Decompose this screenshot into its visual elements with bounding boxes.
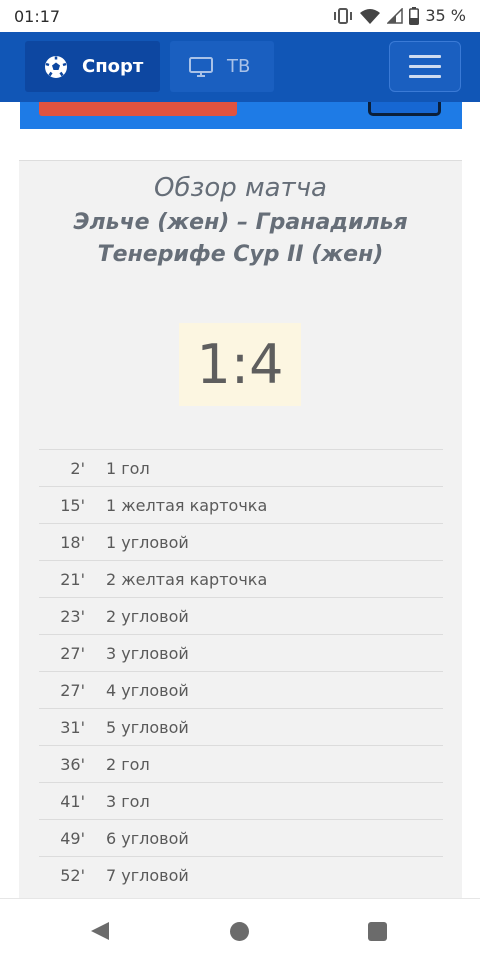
- vibrate-icon: [333, 7, 353, 24]
- event-description: 2 гол: [106, 754, 150, 774]
- event-description: 3 угловой: [106, 643, 189, 663]
- event-minute: 18': [60, 532, 85, 552]
- event-minute: 27': [60, 680, 85, 700]
- event-row: 21' 2 желтая карточка: [39, 560, 443, 597]
- tv-icon: [189, 56, 213, 77]
- event-row: 52' 7 угловой: [39, 856, 443, 893]
- match-overview-card: Обзор матча Эльче (жен) – Гранадилья Тен…: [19, 160, 462, 920]
- event-row: 18' 1 угловой: [39, 523, 443, 560]
- event-row: 27' 4 угловой: [39, 671, 443, 708]
- match-title: Обзор матча: [154, 173, 327, 203]
- status-bar: 01:17 35 %: [0, 0, 480, 32]
- event-minute: 21': [60, 569, 85, 589]
- event-description: 1 желтая карточка: [106, 495, 268, 515]
- menu-button[interactable]: [389, 41, 461, 92]
- battery-icon: [409, 6, 420, 25]
- event-minute: 49': [60, 828, 85, 848]
- recents-icon[interactable]: [368, 922, 387, 941]
- banner-red-button: [39, 102, 237, 116]
- event-minute: 23': [60, 606, 85, 626]
- event-description: 3 гол: [106, 791, 150, 811]
- back-icon[interactable]: [90, 921, 110, 945]
- event-minute: 36': [60, 754, 85, 774]
- event-row: 27' 3 угловой: [39, 634, 443, 671]
- event-minute: 27': [60, 643, 85, 663]
- sport-label: Спорт: [82, 56, 144, 77]
- event-description: 1 гол: [106, 458, 150, 478]
- status-icons: 35 %: [333, 6, 466, 25]
- signal-icon: [387, 7, 404, 24]
- sport-button[interactable]: Спорт: [25, 41, 160, 92]
- status-time: 01:17: [14, 7, 61, 26]
- app-header: Спорт ТВ: [0, 32, 480, 102]
- event-row: 49' 6 угловой: [39, 819, 443, 856]
- soccer-ball-icon: [45, 55, 67, 78]
- navigation-bar: [0, 898, 480, 960]
- event-row: 23' 2 угловой: [39, 597, 443, 634]
- event-minute: 31': [60, 717, 85, 737]
- event-description: 2 желтая карточка: [106, 569, 268, 589]
- match-teams: Эльче (жен) – Гранадилья Тенерифе Сур II…: [73, 210, 408, 267]
- match-score: 1:4: [179, 323, 301, 406]
- home-icon[interactable]: [230, 922, 249, 941]
- event-description: 5 угловой: [106, 717, 189, 737]
- event-row: 36' 2 гол: [39, 745, 443, 782]
- events-list: 2' 1 гол 15' 1 желтая карточка 18' 1 угловой 2…: [39, 449, 443, 893]
- hamburger-line: [409, 55, 441, 58]
- event-description: 6 угловой: [106, 828, 189, 848]
- hamburger-line: [409, 75, 441, 78]
- event-description: 7 угловой: [106, 865, 189, 885]
- battery-percent: 35 %: [425, 6, 466, 25]
- event-minute: 15': [60, 495, 85, 515]
- tv-button[interactable]: ТВ: [170, 41, 274, 92]
- event-description: 4 угловой: [106, 680, 189, 700]
- event-minute: 52': [60, 865, 85, 885]
- tv-label: ТВ: [227, 56, 251, 77]
- hamburger-line: [409, 65, 441, 68]
- event-row: 31' 5 угловой: [39, 708, 443, 745]
- event-description: 1 угловой: [106, 532, 189, 552]
- event-minute: 2': [70, 458, 85, 478]
- event-row: 41' 3 гол: [39, 782, 443, 819]
- banner-dark-button: [368, 102, 441, 116]
- event-row: 15' 1 желтая карточка: [39, 486, 443, 523]
- event-row: 2' 1 гол: [39, 449, 443, 486]
- event-minute: 41': [60, 791, 85, 811]
- ad-banner[interactable]: [20, 102, 462, 129]
- event-description: 2 угловой: [106, 606, 189, 626]
- wifi-icon: [359, 8, 381, 24]
